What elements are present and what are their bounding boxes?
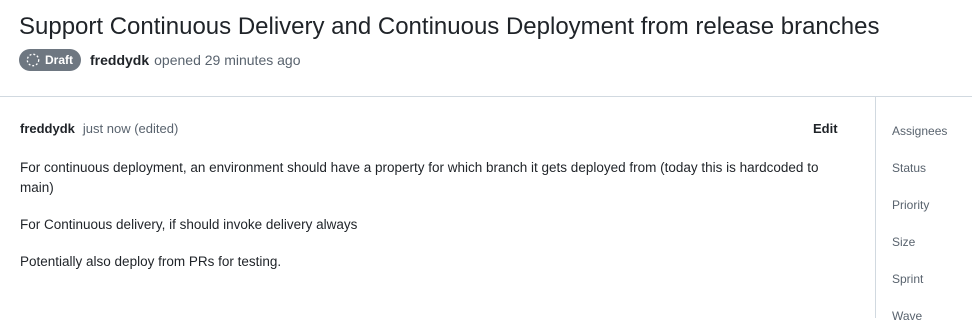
draft-circle-icon <box>26 53 40 67</box>
issue-title: Support Continuous Delivery and Continuo… <box>19 13 880 40</box>
opened-time: opened 29 minutes ago <box>154 52 301 68</box>
sidebar-field-wave[interactable]: Wave <box>892 309 922 323</box>
comment-timestamp[interactable]: just now (edited) <box>83 121 178 136</box>
comment-paragraph: For Continuous delivery, if should invok… <box>20 217 358 232</box>
comment-paragraph: For continuous deployment, an environmen… <box>20 160 819 195</box>
draft-badge: Draft <box>19 49 82 71</box>
issue-author-link[interactable]: freddydk <box>90 52 149 68</box>
edit-button[interactable]: Edit <box>809 119 842 138</box>
sidebar-field-sprint[interactable]: Sprint <box>892 272 923 286</box>
sidebar-separator <box>875 97 876 318</box>
sidebar-field-size[interactable]: Size <box>892 235 915 249</box>
comment-header: freddydk just now (edited) <box>20 121 178 136</box>
sidebar-field-priority[interactable]: Priority <box>892 198 929 212</box>
draft-badge-label: Draft <box>45 53 74 67</box>
comment-paragraph: Potentially also deploy from PRs for tes… <box>20 254 282 269</box>
comment-body: For continuous deployment, an environmen… <box>20 158 850 289</box>
sidebar-field-status[interactable]: Status <box>892 161 926 175</box>
issue-comment: freddydk just now (edited) Edit For cont… <box>0 97 875 318</box>
issue-meta: Draft freddydk opened 29 minutes ago <box>19 48 300 72</box>
comment-author-link[interactable]: freddydk <box>20 121 75 136</box>
sidebar-field-assignees[interactable]: Assignees <box>892 124 947 138</box>
